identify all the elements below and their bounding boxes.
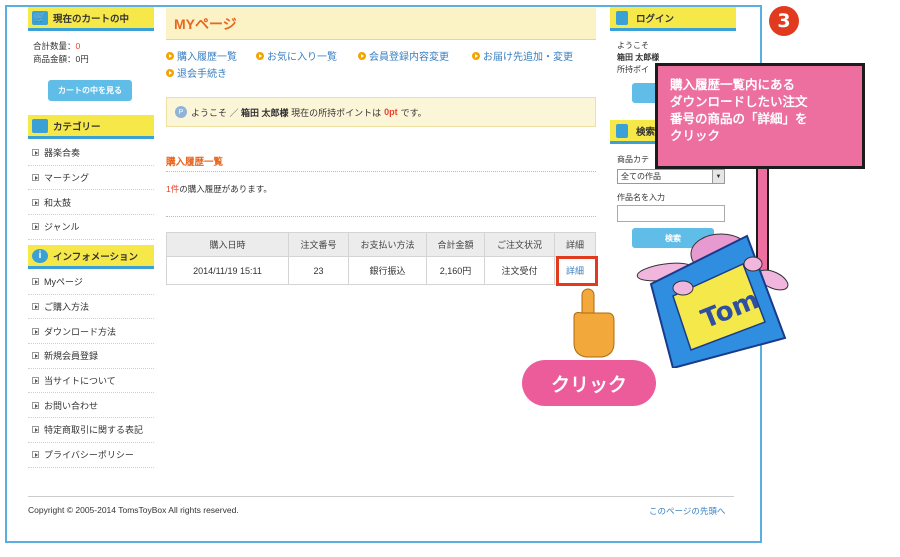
name-label: 作品名を入力 (617, 193, 665, 202)
folder-icon (32, 118, 48, 133)
cart-price: 商品金額：0円 (33, 54, 89, 64)
info-header: i インフォメーション (28, 245, 154, 269)
column-header: ご注文状況 (484, 232, 555, 257)
login-points: 所持ポイ (617, 65, 649, 74)
pointing-hand-icon (573, 288, 615, 358)
arrow-circle-icon (256, 51, 264, 60)
column-header: お支払い方法 (348, 232, 427, 257)
search-input[interactable] (617, 205, 725, 222)
cell-order-number: 23 (288, 256, 349, 285)
category-title: カテゴリー (53, 121, 101, 133)
section-title: 購入履歴一覧 (166, 157, 224, 168)
category-item[interactable]: マーチング (28, 166, 154, 191)
nav-favorites[interactable]: お気に入り一覧 (256, 48, 337, 63)
step-number-badge: 3 (769, 6, 799, 36)
info-item[interactable]: プライバシーポリシー (28, 443, 154, 468)
key-icon (616, 10, 628, 25)
category-item[interactable]: 器楽合奏 (28, 141, 154, 166)
copyright: Copyright © 2005-2014 TomsToyBox All rig… (28, 505, 239, 515)
arrow-icon (32, 174, 39, 182)
info-item[interactable]: お問い合わせ (28, 393, 154, 419)
divider (166, 216, 596, 217)
nav-purchase-history[interactable]: 購入履歴一覧 (166, 48, 237, 63)
category-select[interactable]: 全ての作品 ▼ (617, 169, 725, 184)
arrow-icon (32, 352, 39, 360)
table-header-row: 購入日時 注文番号 お支払い方法 合計金額 ご注文状況 詳細 (166, 232, 596, 257)
category-item[interactable]: ジャンル (28, 215, 154, 240)
info-item[interactable]: ダウンロード方法 (28, 319, 154, 345)
arrow-icon (32, 149, 39, 157)
divider (166, 171, 596, 172)
column-header: 詳細 (554, 232, 596, 257)
arrow-icon (32, 451, 39, 459)
cell-status: 注文受付 (484, 256, 555, 285)
cell-date: 2014/11/19 15:11 (166, 256, 289, 285)
highlight-frame (556, 256, 598, 286)
info-item[interactable]: Myページ (28, 270, 154, 295)
footer-divider (28, 496, 734, 497)
cart-icon: 🛒 (32, 10, 48, 25)
instruction-callout: 購入履歴一覧内にある ダウンロードしたい注文 番号の商品の「詳細」を クリック (655, 63, 865, 169)
column-header: 合計金額 (426, 232, 485, 257)
nav-member-info[interactable]: 会員登録内容変更 (358, 48, 449, 63)
cart-title: 現在のカートの中 (53, 13, 130, 25)
arrow-circle-icon (358, 51, 366, 60)
cart-qty: 合計数量：0 (33, 41, 81, 51)
arrow-icon (32, 426, 39, 434)
point-badge-icon: P (175, 106, 187, 118)
info-item[interactable]: 当サイトについて (28, 369, 154, 394)
history-count: 1件の購入履歴があります。 (166, 184, 272, 194)
mascot-icon: Tom (636, 233, 789, 368)
cart-header: 🛒 現在のカートの中 (28, 7, 154, 31)
nav-withdraw[interactable]: 退会手続き (166, 65, 227, 80)
arrow-icon (32, 278, 39, 286)
arrow-circle-icon (166, 51, 174, 60)
arrow-icon (32, 377, 39, 385)
column-header: 注文番号 (288, 232, 349, 257)
arrow-icon (32, 223, 39, 231)
page-top-link[interactable]: このページの先頭へ (649, 505, 725, 517)
arrow-circle-icon (166, 68, 174, 77)
welcome-box: P ようこそ ／ 箱田 太郎様 現在の所持ポイントは 0pt です。 (166, 97, 596, 127)
info-item[interactable]: 新規会員登録 (28, 344, 154, 369)
cell-payment: 銀行振込 (348, 256, 427, 285)
info-list: Myページ ご購入方法 ダウンロード方法 新規会員登録 当サイトについて お問い… (28, 270, 154, 468)
click-bubble: クリック (522, 360, 656, 406)
login-name: 箱田 太郎様 (617, 53, 660, 62)
nav-delivery[interactable]: お届け先追加・変更 (472, 48, 573, 63)
category-list: 器楽合奏 マーチング 和太鼓 ジャンル (28, 141, 154, 240)
info-title: インフォメーション (53, 251, 139, 263)
arrow-icon (32, 303, 39, 311)
purchase-history-table: 購入日時 注文番号 お支払い方法 合計金額 ご注文状況 詳細 2014/11/1… (166, 232, 596, 285)
arrow-icon (32, 198, 39, 206)
info-icon: i (32, 248, 48, 263)
arrow-circle-icon (472, 51, 480, 60)
login-header: ログイン (610, 7, 736, 31)
login-welcome: ようこそ (617, 41, 649, 50)
info-item[interactable]: ご購入方法 (28, 295, 154, 320)
category-item[interactable]: 和太鼓 (28, 190, 154, 216)
table-row: 2014/11/19 15:11 23 銀行振込 2,160円 注文受付 詳細 (166, 256, 596, 285)
search-icon (616, 123, 628, 138)
cell-total: 2,160円 (426, 256, 485, 285)
info-item[interactable]: 特定商取引に関する表記 (28, 418, 154, 443)
view-cart-button[interactable]: カートの中を見る (48, 80, 132, 101)
arrow-icon (32, 401, 39, 409)
category-header: カテゴリー (28, 115, 154, 139)
category-label: 商品カテ (617, 155, 649, 164)
arrow-icon (32, 327, 39, 335)
page-title: MYページ (166, 8, 596, 40)
chevron-down-icon: ▼ (712, 170, 724, 183)
column-header: 購入日時 (166, 232, 289, 257)
